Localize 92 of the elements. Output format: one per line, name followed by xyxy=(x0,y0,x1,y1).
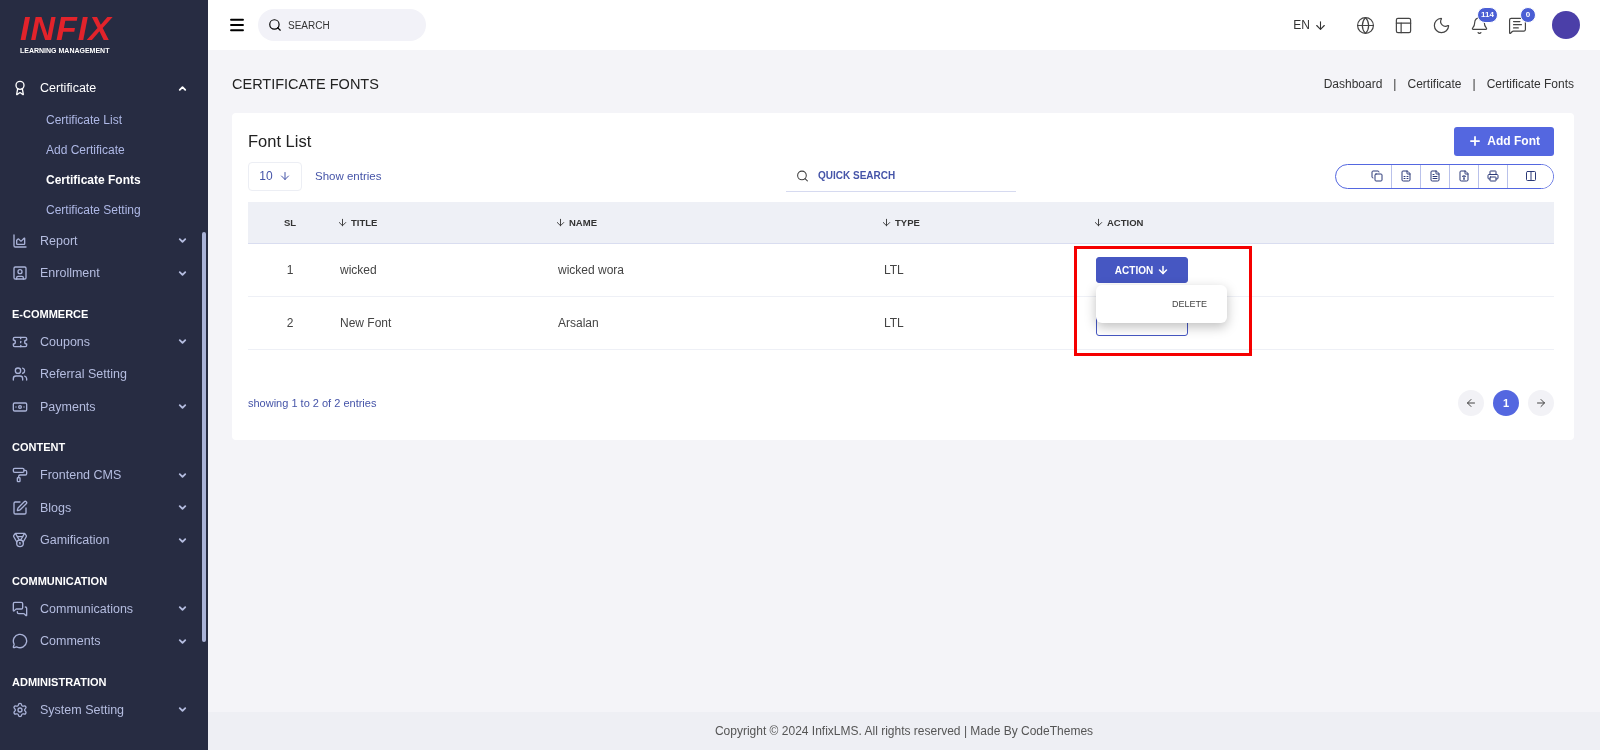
sidebar-subitem[interactable]: Certificate List xyxy=(0,104,208,135)
nav-icon xyxy=(12,633,28,650)
breadcrumb-separator: | xyxy=(1393,77,1397,91)
action-button[interactable]: ACTION xyxy=(1096,257,1188,283)
sidebar-item[interactable]: System Setting xyxy=(0,693,208,726)
search-field[interactable]: SEARCH xyxy=(258,9,426,41)
breadcrumb-link[interactable]: Dashboard xyxy=(1323,77,1383,91)
column-header[interactable]: ACTION xyxy=(1088,217,1554,228)
previous-page-button[interactable] xyxy=(1458,390,1484,416)
nav-icon xyxy=(12,532,28,549)
breadcrumb-link[interactable]: Certificate xyxy=(1407,77,1462,91)
page-title: CERTIFICATE FONTS xyxy=(232,76,379,92)
table-cell-text: wicked wora xyxy=(557,263,626,277)
table-cell-text: wicked xyxy=(339,263,378,277)
sort-icon xyxy=(881,217,892,228)
nav-icon xyxy=(12,232,28,249)
breadcrumb-separator: | xyxy=(1472,77,1476,91)
arrow-left-icon xyxy=(1465,397,1477,409)
sort-icon xyxy=(555,217,566,228)
bell-icon[interactable] xyxy=(1470,15,1489,35)
sidebar-section-heading: COMMUNICATION xyxy=(11,573,109,589)
menu-icon[interactable] xyxy=(228,16,246,34)
menu-item[interactable]: DELETE xyxy=(1096,293,1227,315)
columns-icon xyxy=(1524,170,1537,182)
sort-icon xyxy=(337,217,348,228)
breadcrumb-link[interactable]: Certificate Fonts xyxy=(1486,77,1574,91)
layout-icon[interactable] xyxy=(1394,15,1413,35)
nav-icon xyxy=(12,600,28,617)
table-cell-text: LTL xyxy=(883,263,905,277)
arrow-right-icon xyxy=(1535,397,1547,409)
search-icon xyxy=(796,169,809,183)
copy-icon xyxy=(1370,170,1383,182)
table-cell-text: LTL xyxy=(883,316,905,330)
print-icon xyxy=(1487,170,1499,182)
sidebar-section-heading: CONTENT xyxy=(11,440,67,455)
sidebar-section-heading: ADMINISTRATION xyxy=(11,674,108,690)
sidebar-item[interactable]: Communications xyxy=(0,592,208,625)
card-title: Font List xyxy=(248,131,312,151)
sidebar-item[interactable]: Coupons xyxy=(0,325,208,358)
sidebar-subitem[interactable]: Certificate Fonts xyxy=(0,164,208,195)
entries-label: Show entries xyxy=(315,170,382,182)
scrollbar[interactable] xyxy=(202,232,206,642)
nav-icon xyxy=(12,265,28,282)
sidebar-section-heading: E-COMMERCE xyxy=(11,306,90,322)
add-button[interactable]: Add Font xyxy=(1454,126,1554,156)
spreadsheet-icon xyxy=(1400,170,1412,182)
entries-summary: showing 1 to 2 of 2 entries xyxy=(248,397,377,409)
sidebar-item[interactable]: Frontend CMS xyxy=(0,459,208,492)
table-cell-text: New Font xyxy=(339,316,393,330)
sidebar-item[interactable]: Blogs xyxy=(0,491,208,524)
nav-icon xyxy=(12,499,28,516)
column-header[interactable]: TYPE xyxy=(876,217,1088,228)
footer-text: Copyright © 2024 InfixLMS. All rights reserved | Made By CodeThemes xyxy=(208,712,1600,750)
table-cell-text: 2 xyxy=(285,316,295,330)
sidebar-subitem[interactable]: Certificate Setting xyxy=(0,194,208,225)
sidebar-item[interactable]: Report xyxy=(0,224,208,257)
column-header: SL xyxy=(282,217,298,228)
message-count: 0 xyxy=(1520,6,1536,23)
column-header[interactable]: TITLE xyxy=(332,217,550,228)
moon-icon[interactable] xyxy=(1432,15,1451,35)
sort-icon xyxy=(1093,217,1104,228)
avatar[interactable] xyxy=(1552,11,1580,39)
next-page-button[interactable] xyxy=(1528,390,1554,416)
sidebar-item[interactable]: Gamification xyxy=(0,524,208,557)
sidebar-item[interactable]: Payments xyxy=(0,390,208,423)
table-cell-text: 1 xyxy=(285,263,295,277)
globe-icon[interactable] xyxy=(1356,15,1375,35)
file-icon xyxy=(1458,170,1470,182)
page-button[interactable]: 1 xyxy=(1493,390,1519,416)
nav-icon xyxy=(12,467,28,484)
chat-icon[interactable] xyxy=(1508,15,1527,35)
sidebar-item[interactable]: Comments xyxy=(0,625,208,658)
notification-count: 114 xyxy=(1477,6,1498,23)
nav-icon xyxy=(12,80,28,97)
language-selector[interactable]: EN xyxy=(1293,18,1327,32)
search-icon xyxy=(268,18,282,32)
document-icon xyxy=(1429,170,1441,182)
columns-button[interactable] xyxy=(1507,164,1553,188)
sidebar-item[interactable]: Certificate xyxy=(0,72,208,105)
sidebar-item[interactable]: Enrollment xyxy=(0,257,208,290)
table-cell-text: Arsalan xyxy=(557,316,600,330)
arrow-down-icon xyxy=(1314,18,1327,32)
logo-text: INFIX xyxy=(20,10,114,46)
sidebar-item[interactable]: Referral Setting xyxy=(0,358,208,391)
sidebar-subitem[interactable]: Add Certificate xyxy=(0,134,208,165)
arrow-down-icon xyxy=(1157,264,1170,276)
column-header[interactable]: NAME xyxy=(550,217,876,228)
nav-icon xyxy=(12,366,28,383)
page-size-select[interactable]: 10 xyxy=(248,161,302,191)
nav-icon xyxy=(12,701,28,718)
plus-icon xyxy=(1468,134,1483,148)
arrow-down-icon xyxy=(278,170,291,182)
